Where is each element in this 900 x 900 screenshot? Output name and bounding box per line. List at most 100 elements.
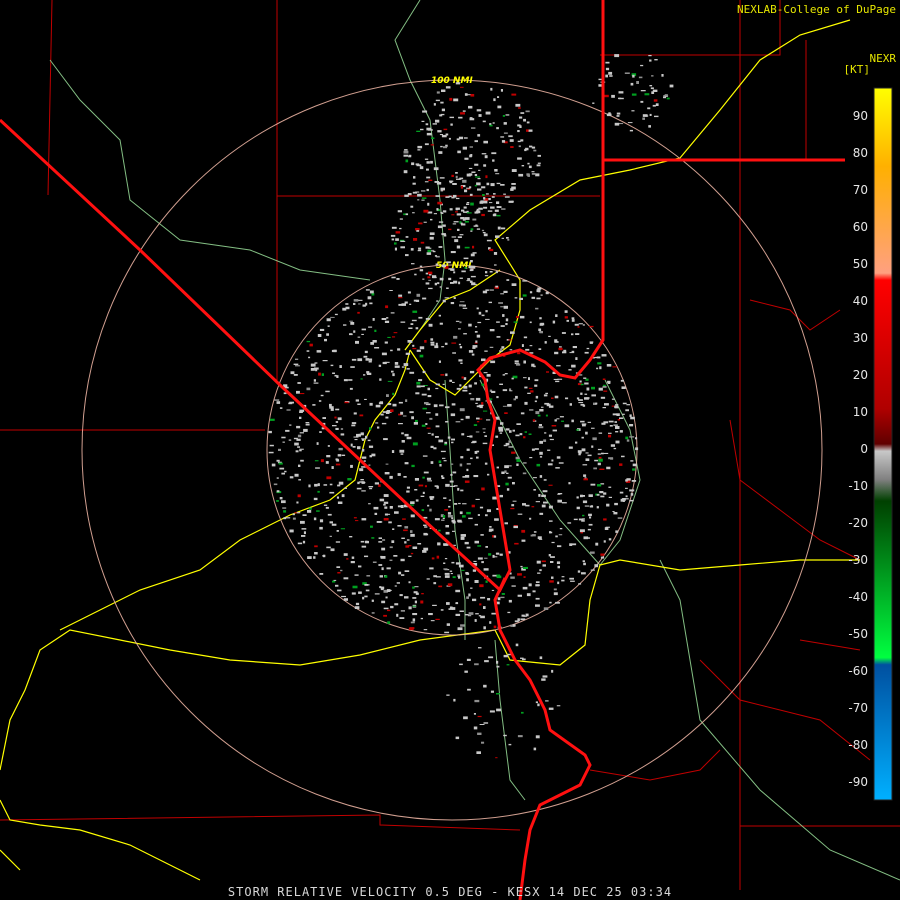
echo-pixel [320, 459, 324, 463]
echo-pixel [394, 247, 397, 251]
echo-pixel [359, 414, 364, 417]
echo-pixel [591, 445, 594, 448]
echo-pixel [523, 436, 526, 439]
echo-pixel [452, 223, 457, 225]
echo-pixel [469, 117, 473, 120]
echo-pixel [535, 395, 539, 399]
echo-pixel [400, 240, 405, 242]
echo-pixel [399, 594, 403, 597]
echo-pixel [553, 378, 559, 380]
echo-pixel [374, 482, 379, 485]
echo-pixel [310, 363, 316, 367]
echo-pixel [630, 493, 634, 496]
echo-pixel [445, 421, 449, 423]
echo-pixel [438, 151, 443, 154]
echo-pixel [457, 627, 463, 631]
echo-pixel [329, 403, 332, 407]
echo-pixel [550, 561, 554, 563]
echo-pixel [589, 516, 592, 519]
echo-pixel [427, 480, 432, 482]
echo-pixel [404, 541, 407, 544]
echo-pixel [482, 194, 485, 197]
echo-pixel [286, 409, 291, 411]
echo-pixel [412, 605, 417, 607]
echo-pixel [391, 276, 396, 279]
echo-pixel [474, 451, 478, 454]
echo-pixel [278, 462, 283, 465]
echo-pixel [481, 213, 485, 217]
echo-pixel [385, 596, 388, 599]
echo-pixel [423, 471, 429, 474]
echo-pixel [613, 512, 618, 515]
echo-pixel [538, 331, 543, 333]
echo-pixel [459, 384, 462, 387]
echo-pixel [314, 483, 318, 487]
echo-pixel [390, 409, 394, 412]
echo-pixel [446, 261, 451, 264]
echo-pixel [420, 385, 425, 388]
echo-pixel [469, 193, 473, 196]
echo-pixel [344, 401, 349, 404]
echo-pixel [353, 330, 356, 333]
echo-pixel [412, 344, 415, 347]
echo-pixel [467, 278, 471, 280]
echo-pixel [444, 544, 449, 546]
echo-pixel [435, 618, 440, 620]
echo-pixel [378, 564, 383, 566]
echo-pixel [444, 572, 450, 575]
echo-pixel [621, 455, 625, 458]
echo-pixel [486, 419, 491, 421]
echo-pixel [463, 385, 468, 389]
echo-pixel [339, 365, 342, 368]
echo-pixel [519, 297, 523, 300]
echo-pixel [597, 453, 601, 455]
echo-pixel [487, 473, 490, 476]
echo-pixel [404, 462, 409, 465]
echo-pixel [488, 528, 494, 532]
echo-pixel [448, 505, 451, 508]
echo-pixel [562, 351, 567, 354]
ring-50-nmi [266, 264, 638, 636]
echo-pixel [432, 604, 437, 606]
echo-pixel [317, 490, 320, 493]
echo-pixel [433, 213, 437, 215]
echo-pixel [394, 603, 399, 606]
echo-pixel [452, 381, 455, 383]
echo-pixel [603, 390, 608, 392]
echo-pixel [299, 449, 302, 452]
echo-pixel [485, 310, 488, 313]
echo-pixel [534, 448, 539, 450]
echo-pixel [475, 397, 481, 401]
echo-pixel [459, 301, 465, 303]
echo-pixel [462, 515, 466, 518]
echo-pixel [500, 136, 505, 138]
echo-pixel [459, 511, 463, 515]
echo-pixel [441, 346, 445, 348]
echo-pixel [449, 97, 453, 101]
legend-tick-label: 50 [853, 257, 868, 271]
echo-pixel [448, 195, 452, 198]
echo-pixel [474, 174, 478, 176]
echo-pixel [513, 525, 518, 529]
echo-pixel [406, 490, 410, 493]
echo-pixel [517, 618, 520, 622]
echo-pixel [456, 213, 462, 216]
echo-pixel [507, 404, 511, 407]
echo-pixel [575, 333, 580, 335]
echo-pixel [511, 585, 516, 587]
echo-pixel [478, 207, 483, 210]
echo-pixel [343, 577, 349, 580]
echo-pixel [513, 321, 518, 323]
echo-pixel [416, 381, 421, 385]
echo-pixel [437, 201, 443, 205]
echo-pixel [400, 321, 406, 323]
echo-pixel [474, 140, 478, 143]
echo-pixel [319, 526, 323, 530]
echo-pixel [357, 336, 361, 338]
echo-pixel [666, 97, 670, 100]
echo-pixel [585, 537, 590, 539]
echo-pixel [422, 407, 427, 410]
echo-pixel [299, 411, 303, 413]
echo-pixel [411, 263, 415, 265]
echo-pixel [608, 434, 612, 438]
